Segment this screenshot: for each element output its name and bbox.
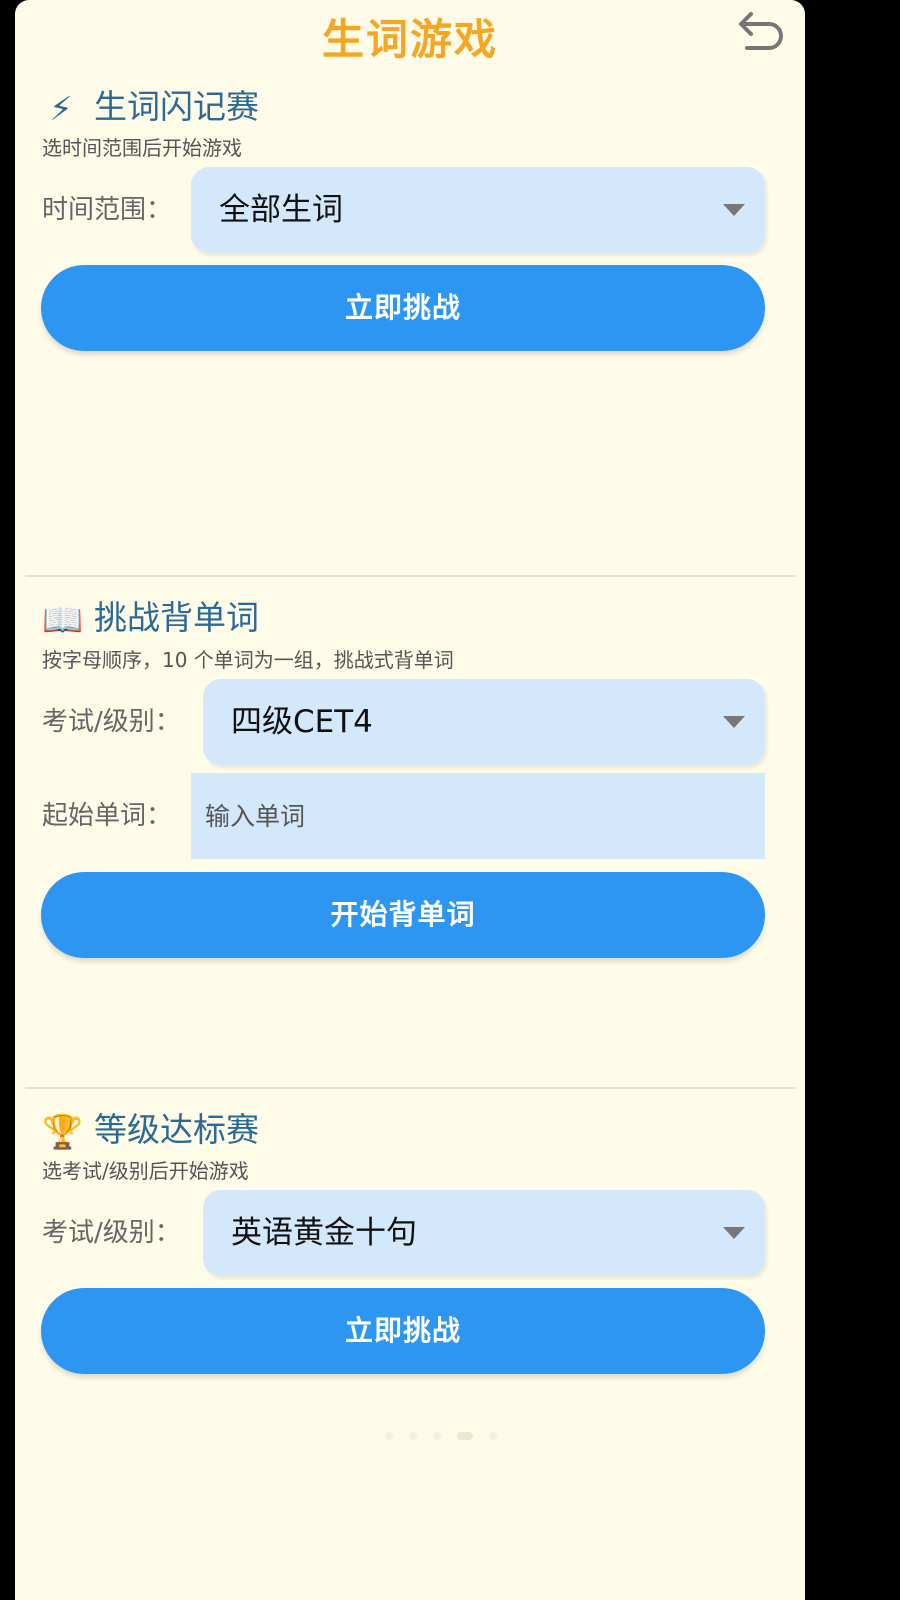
dropdown-caret-icon bbox=[723, 1227, 745, 1239]
start-word-input[interactable] bbox=[191, 773, 765, 859]
trophy-icon: 🏆 bbox=[42, 1111, 84, 1151]
dropdown-caret-icon bbox=[723, 204, 745, 216]
level-contest-section: 🏆 等级达标赛 选考试/级别后开始游戏 考试/级别： 英语黄金十句 立即挑战 bbox=[15, 1089, 805, 1509]
start-challenge-button[interactable]: 立即挑战 bbox=[41, 265, 765, 351]
exam-level-select[interactable]: 四级CET4 bbox=[203, 679, 765, 765]
page-dot bbox=[385, 1432, 393, 1440]
section-description: 选时间范围后开始游戏 bbox=[42, 136, 242, 160]
exam-level-label: 考试/级别： bbox=[42, 1218, 181, 1248]
flash-game-section: ⚡ 生词闪记赛 选时间范围后开始游戏 时间范围： 全部生词 立即挑战 bbox=[15, 0, 805, 575]
start-memorize-button[interactable]: 开始背单词 bbox=[41, 872, 765, 958]
section-description: 选考试/级别后开始游戏 bbox=[42, 1159, 249, 1183]
page-dot bbox=[433, 1432, 441, 1440]
exam-level-select[interactable]: 英语黄金十句 bbox=[203, 1190, 765, 1276]
time-range-label: 时间范围： bbox=[42, 195, 173, 225]
time-range-select[interactable]: 全部生词 bbox=[191, 167, 765, 253]
memorize-challenge-section: 📖 挑战背单词 按字母顺序，10 个单词为一组，挑战式背单词 考试/级别： 四级C… bbox=[15, 577, 805, 1087]
exam-level-label: 考试/级别： bbox=[42, 707, 181, 737]
lightning-icon: ⚡ bbox=[49, 89, 73, 128]
app-screen: 生词游戏 ⚡ 生词闪记赛 选时间范围后开始游戏 时间范围： 全部生词 立即挑战 📖… bbox=[15, 0, 805, 1600]
time-range-value: 全部生词 bbox=[219, 192, 343, 228]
start-word-label: 起始单词： bbox=[42, 801, 173, 831]
page-dot-active bbox=[457, 1432, 473, 1440]
section-title: 🏆 等级达标赛 bbox=[42, 1103, 259, 1152]
section-title: 📖 挑战背单词 bbox=[42, 591, 259, 640]
section-title: ⚡ 生词闪记赛 bbox=[42, 80, 259, 128]
section-title-text: 挑战背单词 bbox=[94, 598, 259, 637]
exam-level-value: 英语黄金十句 bbox=[231, 1215, 417, 1251]
page-dot bbox=[409, 1432, 417, 1440]
dropdown-caret-icon bbox=[723, 716, 745, 728]
start-challenge-button[interactable]: 立即挑战 bbox=[41, 1288, 765, 1374]
section-description: 按字母顺序，10 个单词为一组，挑战式背单词 bbox=[42, 648, 454, 672]
page-indicator bbox=[385, 1432, 545, 1442]
open-book-icon: 📖 bbox=[42, 599, 84, 639]
exam-level-value: 四级CET4 bbox=[231, 704, 373, 740]
page-dot bbox=[489, 1432, 497, 1440]
section-title-text: 生词闪记赛 bbox=[94, 87, 259, 126]
section-title-text: 等级达标赛 bbox=[94, 1110, 259, 1149]
